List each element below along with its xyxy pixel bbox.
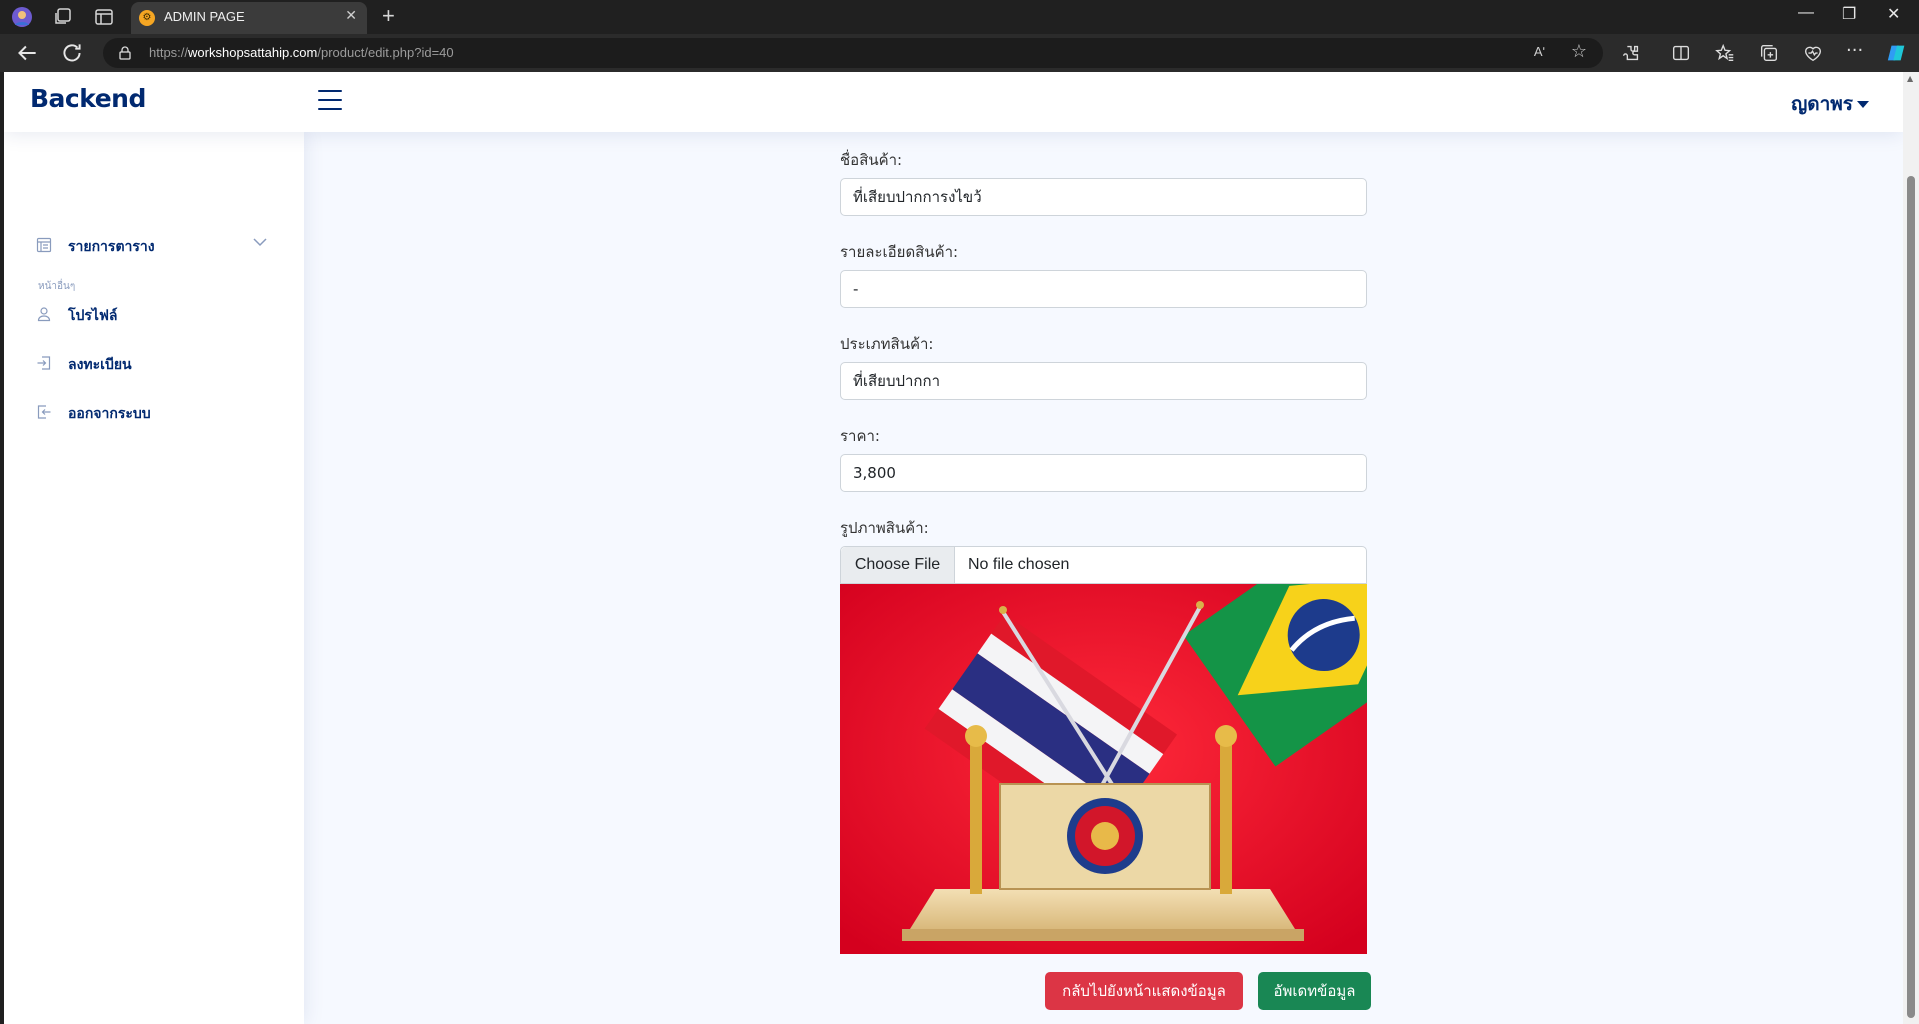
- product-price-input[interactable]: 3,800: [840, 454, 1367, 492]
- browser-essentials-icon[interactable]: [1802, 42, 1824, 64]
- lock-icon[interactable]: [117, 45, 133, 61]
- read-aloud-icon[interactable]: Aʹ: [1534, 44, 1545, 59]
- restore-icon[interactable]: ❐: [1842, 4, 1856, 24]
- sidebar-item-logout[interactable]: ออกจากระบบ: [36, 401, 276, 425]
- scroll-up-icon[interactable]: ▲: [1907, 74, 1913, 83]
- tab-close-icon[interactable]: ✕: [345, 8, 357, 24]
- scrollbar-thumb[interactable]: [1907, 176, 1915, 1018]
- product-image: [840, 584, 1367, 954]
- more-options-icon[interactable]: ···: [1846, 42, 1868, 64]
- file-status-text: No file chosen: [968, 556, 1070, 573]
- address-bar[interactable]: https://workshopsattahip.com/product/edi…: [103, 38, 1603, 68]
- profile-avatar-icon[interactable]: [10, 5, 34, 29]
- user-name: ญดาพร: [1791, 93, 1853, 115]
- caret-down-icon: [1857, 101, 1869, 108]
- product-name-label: ชื่อสินค้า:: [840, 151, 903, 169]
- sidebar-toggle-icon[interactable]: [318, 90, 342, 110]
- product-image-file-input[interactable]: Choose File No file chosen: [840, 546, 1367, 584]
- sidebar-item-tables[interactable]: รายการตาราง: [36, 234, 276, 258]
- sidebar-item-register[interactable]: ลงทะเบียน: [36, 352, 276, 376]
- split-screen-icon[interactable]: [1670, 42, 1692, 64]
- logout-icon: [37, 405, 51, 419]
- product-price-label: ราคา:: [840, 427, 880, 445]
- product-type-label: ประเภทสินค้า:: [840, 335, 934, 353]
- copilot-icon[interactable]: [1886, 42, 1908, 64]
- browser-toolbar: https://workshopsattahip.com/product/edi…: [0, 34, 1919, 72]
- extensions-icon[interactable]: [1620, 42, 1642, 64]
- product-type-input[interactable]: ที่เสียบปากกา: [840, 362, 1367, 400]
- page-scrollbar[interactable]: ▲: [1903, 72, 1919, 1024]
- product-name-input[interactable]: ที่เสียบปากการงไขว้: [840, 178, 1367, 216]
- minimize-icon[interactable]: —: [1798, 4, 1814, 22]
- page-viewport: Backend ญดาพร รายการตาราง หน้าอื่นๆ โปรไ…: [4, 72, 1903, 1024]
- url-text[interactable]: https://workshopsattahip.com/product/edi…: [149, 45, 454, 60]
- favorites-icon[interactable]: [1714, 42, 1736, 64]
- window-close-icon[interactable]: ✕: [1887, 4, 1900, 24]
- sidebar-item-label: ออกจากระบบ: [68, 406, 151, 422]
- sidebar-item-label: รายการตาราง: [68, 239, 155, 255]
- browser-tab-bar: ⚙ ADMIN PAGE ✕ + — ❐ ✕: [0, 0, 1919, 34]
- product-detail-label: รายละเอียดสินค้า:: [840, 243, 959, 261]
- login-icon: [37, 356, 51, 370]
- product-detail-input[interactable]: -: [840, 270, 1367, 308]
- sidebar-item-label: โปรไฟล์: [68, 308, 118, 324]
- sidebar-item-label: ลงทะเบียน: [68, 357, 132, 373]
- sidebar-item-profile[interactable]: โปรไฟล์: [36, 303, 276, 327]
- user-dropdown[interactable]: ญดาพร: [1791, 89, 1869, 119]
- table-list-icon: [36, 237, 52, 253]
- back-to-list-button[interactable]: กลับไปยังหน้าแสดงข้อมูล: [1045, 972, 1243, 1010]
- app-header: Backend ญดาพร: [4, 72, 1903, 132]
- sidebar: รายการตาราง หน้าอื่นๆ โปรไฟล์ ลงทะเบียน …: [4, 132, 304, 1024]
- product-image-label: รูปภาพสินค้า:: [840, 519, 929, 537]
- refresh-icon[interactable]: [59, 40, 85, 66]
- app-logo[interactable]: Backend: [30, 84, 146, 113]
- back-arrow-icon[interactable]: [14, 40, 40, 66]
- tab-actions-icon[interactable]: [92, 5, 116, 29]
- chevron-down-icon[interactable]: [252, 236, 268, 248]
- update-button[interactable]: อัพเดทข้อมูล: [1258, 972, 1371, 1010]
- browser-tab-admin-page[interactable]: ⚙ ADMIN PAGE ✕: [131, 2, 367, 34]
- site-favicon-icon: ⚙: [139, 10, 155, 26]
- new-tab-icon[interactable]: +: [382, 3, 395, 29]
- tab-title: ADMIN PAGE: [164, 9, 245, 24]
- workspaces-icon[interactable]: [51, 5, 75, 29]
- collections-icon[interactable]: [1758, 42, 1780, 64]
- person-icon: [37, 307, 51, 322]
- favorite-star-icon[interactable]: ☆: [1571, 41, 1587, 62]
- sidebar-section-heading: หน้าอื่นๆ: [38, 281, 76, 292]
- choose-file-button[interactable]: Choose File: [841, 547, 955, 583]
